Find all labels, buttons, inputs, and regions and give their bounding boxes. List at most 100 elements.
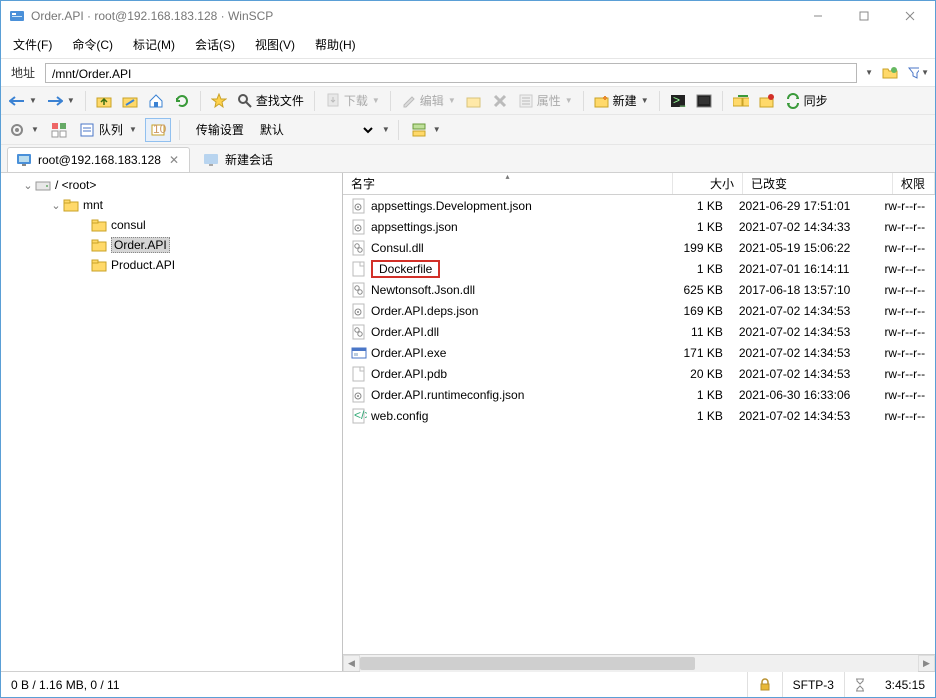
refresh-button[interactable] [170,89,194,113]
tab-new-session[interactable]: 新建会话 [194,146,282,172]
nav-back-button[interactable]: ▼ [5,89,41,113]
file-size: 1 KB [663,199,731,213]
lock-icon [758,678,772,692]
menu-mark[interactable]: 标记(M) [125,32,183,57]
scrollbar-thumb[interactable] [360,657,695,670]
bookmark-button[interactable] [207,89,231,113]
file-name: appsettings.Development.json [371,199,532,213]
minimize-button[interactable] [795,2,841,30]
file-size: 199 KB [663,241,731,255]
close-button[interactable] [887,2,933,30]
file-row[interactable]: Order.API.exe171 KB2021-07-02 14:34:53rw… [343,342,935,363]
filter-button[interactable]: ▼ [907,62,929,84]
server-button[interactable]: ▼ [407,118,445,142]
file-row[interactable]: Consul.dll199 KB2021-05-19 15:06:22rw-r-… [343,237,935,258]
tab-close-icon[interactable]: ✕ [167,153,181,167]
folder-icon [91,257,107,273]
folder-tree[interactable]: ⌄/ <root> ⌄mnt consul Order.API Product.… [1,173,343,671]
new-session-icon [203,152,219,168]
file-icon [351,387,367,403]
star-icon [211,93,227,109]
file-row[interactable]: appsettings.json1 KB2021-07-02 14:34:33r… [343,216,935,237]
file-date: 2021-07-02 14:34:33 [731,220,877,234]
transfer-mode-button[interactable]: 101 [145,118,171,142]
new-folder-button[interactable] [462,89,486,113]
compare-button[interactable] [755,89,779,113]
horizontal-scrollbar[interactable]: ◀ ▶ [343,654,935,671]
col-date[interactable]: 已改变 [743,173,893,194]
folder-new-icon [594,93,610,109]
toolbar-main: ▼ ▼ 查找文件 下载▼ 编辑▼ 属性▼ 新建▼ >_ 同步 [1,87,935,115]
sync-folders-button[interactable] [729,89,753,113]
address-bar: 地址 /mnt/Order.API ▼ ▼ [1,59,935,87]
tree-root[interactable]: ⌄/ <root> [1,175,342,195]
putty-button[interactable] [692,89,716,113]
menu-file[interactable]: 文件(F) [5,32,60,57]
menu-session[interactable]: 会话(S) [187,32,243,57]
file-name: appsettings.json [371,220,458,234]
file-row[interactable]: Order.API.deps.json169 KB2021-07-02 14:3… [343,300,935,321]
file-date: 2021-07-02 14:34:53 [731,304,877,318]
file-row[interactable]: Newtonsoft.Json.dll625 KB2017-06-18 13:5… [343,279,935,300]
home-dir-button[interactable] [144,89,168,113]
sync-button[interactable]: 同步 [781,89,832,113]
maximize-button[interactable] [841,2,887,30]
color-layout-button[interactable] [47,118,71,142]
file-row[interactable]: </>web.config1 KB2021-07-02 14:34:53rw-r… [343,405,935,426]
address-input[interactable]: /mnt/Order.API [45,63,857,83]
tab-session[interactable]: root@192.168.183.128 ✕ [7,147,190,172]
find-button[interactable]: 查找文件 [233,89,308,113]
file-date: 2021-06-30 16:33:06 [731,388,877,402]
file-row[interactable]: appsettings.Development.json1 KB2021-06-… [343,195,935,216]
menu-help[interactable]: 帮助(H) [307,32,364,57]
tree-child-consul[interactable]: consul [1,215,342,235]
file-row[interactable]: Order.API.runtimeconfig.json1 KB2021-06-… [343,384,935,405]
file-listing[interactable]: appsettings.Development.json1 KB2021-06-… [343,195,935,654]
transfer-settings-select[interactable]: 默认 [256,122,376,138]
file-row[interactable]: Dockerfile1 KB2021-07-01 16:14:11rw-r--r… [343,258,935,279]
file-name: Order.API.exe [371,346,446,360]
queue-button[interactable]: 队列▼ [75,118,141,142]
props-button[interactable]: 属性▼ [514,89,577,113]
file-size: 1 KB [663,409,731,423]
nav-fwd-button[interactable]: ▼ [43,89,79,113]
settings-button[interactable]: ▼ [5,118,43,142]
scroll-left-icon[interactable]: ◀ [343,655,360,672]
tree-child-productapi[interactable]: Product.API [1,255,342,275]
collapse-icon[interactable]: ⌄ [49,199,63,212]
refresh-icon [174,93,190,109]
parent-dir-button[interactable] [92,89,116,113]
address-dropdown-icon[interactable]: ▼ [865,68,873,77]
root-dir-button[interactable] [118,89,142,113]
server-icon [411,122,427,138]
col-perm[interactable]: 权限 [893,173,935,194]
home-icon [148,93,164,109]
file-row[interactable]: Order.API.dll11 KB2021-07-02 14:34:53rw-… [343,321,935,342]
col-size[interactable]: 大小 [673,173,743,194]
transfer-settings-caret-icon[interactable]: ▼ [382,125,390,134]
terminal-button[interactable]: >_ [666,89,690,113]
status-hourglass [845,672,875,697]
file-icon [351,303,367,319]
tree-mnt[interactable]: ⌄mnt [1,195,342,215]
sort-asc-icon: ▴ [505,172,509,181]
scroll-right-icon[interactable]: ▶ [918,655,935,672]
file-name: Order.API.dll [371,325,439,339]
open-folder-button[interactable] [879,62,901,84]
col-name[interactable]: 名字▴ [343,173,673,194]
tree-child-orderapi[interactable]: Order.API [1,235,342,255]
edit-button[interactable]: 编辑▼ [397,89,460,113]
file-row[interactable]: Order.API.pdb20 KB2021-07-02 14:34:53rw-… [343,363,935,384]
hourglass-icon [855,678,865,692]
download-button[interactable]: 下载▼ [321,89,384,113]
menu-view[interactable]: 视图(V) [247,32,303,57]
file-size: 1 KB [663,262,731,276]
menu-commands[interactable]: 命令(C) [64,32,121,57]
file-date: 2021-05-19 15:06:22 [731,241,877,255]
delete-button[interactable] [488,89,512,113]
properties-icon [518,93,534,109]
collapse-icon[interactable]: ⌄ [21,179,35,192]
new-button[interactable]: 新建▼ [590,89,653,113]
pencil-icon [401,93,417,109]
address-label: 地址 [7,64,39,81]
